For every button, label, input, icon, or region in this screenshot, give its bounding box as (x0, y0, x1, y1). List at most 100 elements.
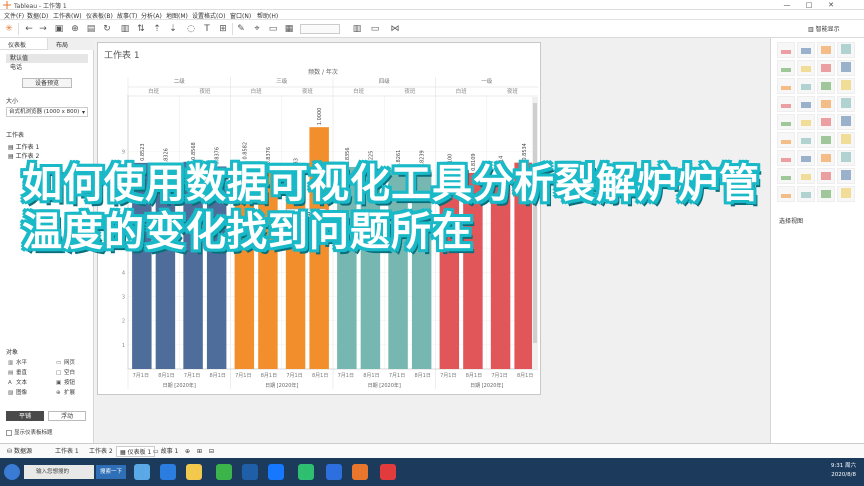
chart-type-thumbnail[interactable] (777, 168, 795, 184)
menu-data[interactable]: 数据(D) (27, 11, 48, 20)
pin-icon[interactable]: ⌖ (252, 24, 262, 34)
new-dashboard-tab[interactable]: ⊞ (194, 446, 205, 457)
start-button-icon[interactable] (4, 464, 20, 480)
app-icon[interactable] (242, 464, 258, 480)
sort-asc-icon[interactable]: ⇡ (152, 24, 162, 34)
sort-desc-icon[interactable]: ⇣ (168, 24, 178, 34)
fit-dropdown[interactable] (300, 24, 340, 34)
smart-show-button[interactable]: ▥ 智能显示 (808, 24, 860, 35)
swap-icon[interactable]: ⇅ (136, 24, 146, 34)
object-webpage[interactable]: ▭ 网页 (56, 358, 75, 366)
menu-dashboard[interactable]: 仪表板(B) (86, 11, 113, 20)
chart-type-thumbnail[interactable] (777, 186, 795, 202)
menu-format[interactable]: 设置格式(O) (192, 11, 225, 20)
minimize-button[interactable]: — (776, 0, 798, 10)
chart-type-thumbnail[interactable] (797, 114, 815, 130)
chart-type-thumbnail[interactable] (837, 114, 855, 130)
save-icon[interactable]: ▣ (54, 24, 64, 34)
menu-help[interactable]: 帮助(H) (257, 11, 278, 20)
chart-type-thumbnail[interactable] (817, 78, 835, 94)
chart-type-thumbnail[interactable] (777, 150, 795, 166)
label-icon[interactable]: T (202, 24, 212, 34)
add-datasource-icon[interactable]: ⊕ (70, 24, 80, 34)
tableau-taskbar-icon[interactable] (268, 464, 284, 480)
chart-type-thumbnail[interactable] (837, 168, 855, 184)
camera-app-icon[interactable] (380, 464, 396, 480)
browser-icon[interactable] (134, 464, 150, 480)
refresh-icon[interactable]: ↻ (102, 24, 112, 34)
checkbox-icon[interactable] (6, 429, 12, 436)
tiled-button[interactable]: 平铺 (6, 411, 44, 421)
chart-type-thumbnail[interactable] (797, 168, 815, 184)
maximize-button[interactable]: □ (798, 0, 820, 10)
folder-icon[interactable] (186, 464, 202, 480)
device-phone[interactable]: 电话 (6, 63, 88, 72)
chart-type-thumbnail[interactable] (817, 186, 835, 202)
chart-type-thumbnail[interactable] (797, 42, 815, 58)
tooltip-icon[interactable]: ▭ (268, 24, 278, 34)
redo-icon[interactable]: → (38, 24, 48, 34)
object-vertical[interactable]: ▤ 垂直 (8, 368, 27, 376)
sheet-frame[interactable]: 工作表 1 频数 / 年次 二级 三级 四级 一级 白班 夜班 白班 夜班 白班 夜班 白班 夜班 1 2 3… (97, 42, 541, 395)
floating-button[interactable]: 浮动 (48, 411, 86, 421)
size-dropdown[interactable]: 台式机浏览器 (1000 x 800) ▾ (6, 107, 88, 117)
pause-icon[interactable]: ▥ (120, 24, 130, 34)
cloud-icon[interactable] (160, 464, 176, 480)
object-button[interactable]: ▣ 按钮 (56, 378, 75, 386)
object-horizontal[interactable]: ▥ 水平 (8, 358, 27, 366)
chart-type-thumbnail[interactable] (777, 96, 795, 112)
chart-type-thumbnail[interactable] (837, 78, 855, 94)
chart-type-thumbnail[interactable] (837, 186, 855, 202)
close-button[interactable]: ✕ (820, 0, 842, 10)
presentation-icon[interactable]: ▭ (370, 24, 380, 34)
tableau-home-icon[interactable]: ✳ (4, 24, 14, 34)
tab-data-source[interactable]: ⛁ 数据源 (4, 446, 35, 457)
sheet-item[interactable]: ▤ 工作表 2 (8, 151, 39, 160)
chart-type-thumbnail[interactable] (837, 132, 855, 148)
device-preview-button[interactable]: 设备预览 (22, 78, 72, 88)
chart-type-thumbnail[interactable] (797, 150, 815, 166)
chart-type-thumbnail[interactable] (837, 150, 855, 166)
menu-file[interactable]: 文件(F) (4, 11, 24, 20)
chart-type-thumbnail[interactable] (817, 114, 835, 130)
tab-layout[interactable]: 布局 (56, 40, 68, 49)
chart-type-thumbnail[interactable] (817, 60, 835, 76)
menu-window[interactable]: 窗口(N) (230, 11, 251, 20)
menu-map[interactable]: 地图(M) (166, 11, 188, 20)
chart-type-thumbnail[interactable] (797, 60, 815, 76)
new-story-tab[interactable]: ⊟ (206, 446, 217, 457)
menu-analysis[interactable]: 分析(A) (141, 11, 162, 20)
taskbar-search-input[interactable]: 输入您想搜的 (24, 465, 94, 479)
fit-icon[interactable]: ▦ (284, 24, 294, 34)
taskbar-search-button[interactable]: 搜索一下 (96, 465, 126, 479)
tab-story-1[interactable]: ▭ 故事 1 (150, 446, 181, 457)
chart-type-thumbnail[interactable] (777, 42, 795, 58)
tab-layout-bg[interactable]: 布局 (47, 38, 94, 50)
object-image[interactable]: ▨ 图像 (8, 388, 27, 396)
new-worksheet-tab[interactable]: ⊕ (182, 446, 193, 457)
chart-type-thumbnail[interactable] (777, 132, 795, 148)
new-sheet-icon[interactable]: ▤ (86, 24, 96, 34)
device-default[interactable]: 默认值 (6, 54, 88, 63)
chart-type-thumbnail[interactable] (797, 78, 815, 94)
fix-axes-icon[interactable]: ⊞ (218, 24, 228, 34)
360-browser-icon[interactable] (216, 464, 232, 480)
chart-type-thumbnail[interactable] (817, 42, 835, 58)
menu-worksheet[interactable]: 工作表(W) (53, 11, 82, 20)
tab-dashboard[interactable]: 仪表板 (8, 40, 26, 49)
chart-type-thumbnail[interactable] (837, 42, 855, 58)
recorder-icon[interactable] (352, 464, 368, 480)
chart-type-thumbnail[interactable] (777, 60, 795, 76)
word-icon[interactable] (326, 464, 342, 480)
chart-type-thumbnail[interactable] (837, 60, 855, 76)
chart-type-thumbnail[interactable] (837, 96, 855, 112)
chart-type-thumbnail[interactable] (817, 96, 835, 112)
object-text[interactable]: A 文本 (8, 378, 27, 386)
chart-type-thumbnail[interactable] (817, 168, 835, 184)
highlight-icon[interactable]: ✎ (236, 24, 246, 34)
system-clock[interactable]: 9:31 周六 2020/8/8 (831, 462, 856, 480)
sheet-item[interactable]: ▤ 工作表 1 (8, 142, 39, 151)
undo-icon[interactable]: ← (24, 24, 34, 34)
chart-type-thumbnail[interactable] (797, 132, 815, 148)
share-icon[interactable]: ⋈ (390, 24, 400, 34)
